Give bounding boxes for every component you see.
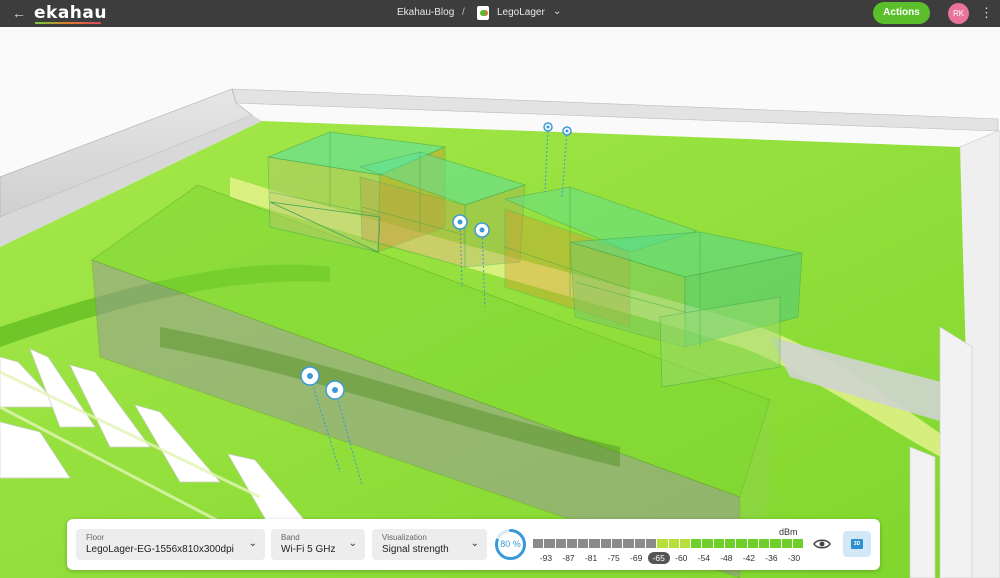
app-window: ← ekahau Ekahau-Blog / LegoLager ⌄ Actio… [0,0,1000,578]
band-label: Band [281,533,300,542]
scale-tick-label: -48 [720,553,733,563]
scale-segment [668,539,679,548]
scale-tick-label: -42 [742,553,756,563]
scale-segment [566,539,578,548]
scale-tick-label: -75 [607,553,620,563]
band-dropdown[interactable]: Band Wi-Fi 5 GHz ⌄ [271,529,365,560]
scale-segment [623,539,634,548]
chevron-down-icon: ⌄ [348,538,357,549]
visualization-label: Visualization [382,533,427,542]
back-arrow-icon[interactable]: ← [10,4,28,22]
scale-segment [792,539,804,548]
scale-segment [691,539,702,548]
scale-segment [657,539,668,548]
scale-tick-label: -65 [647,552,670,564]
scale-segment [713,539,725,548]
scale-segment [544,539,555,548]
logo-underline [35,22,101,24]
scale-segment [747,539,758,548]
actions-button[interactable]: Actions [873,2,930,24]
breadcrumb-file[interactable]: LegoLager [497,7,545,19]
visualization-toolbar: Floor LegoLager-EG-1556x810x300dpi ⌄ Ban… [67,519,880,570]
eye-icon[interactable] [813,535,831,553]
scale-segment [725,539,736,548]
scale-tick-label: -87 [562,553,575,563]
3d-heatmap-view[interactable] [0,27,1000,578]
chevron-down-icon: ⌄ [470,538,479,549]
scale-segment [645,539,657,548]
visualization-dropdown[interactable]: Visualization Signal strength ⌄ [372,529,487,560]
scale-tick-label: -81 [584,553,598,563]
floor-dropdown[interactable]: Floor LegoLager-EG-1556x810x300dpi ⌄ [76,529,265,560]
scale-segment [589,539,600,548]
chevron-down-icon[interactable]: ⌄ [553,6,561,17]
project-icon [477,6,489,20]
avatar[interactable]: RK [948,3,969,24]
scale-segment [758,539,770,548]
scale-segment [555,539,566,548]
floor-value: LegoLager-EG-1556x810x300dpi [86,544,234,555]
scale-segment [578,539,589,548]
scale-tick-label: -54 [697,553,710,563]
unit-label: dBm [779,527,798,537]
scale-segment [634,539,645,548]
more-vertical-icon[interactable]: ⋮ [980,4,993,22]
scale-tick-label: -69 [630,553,643,563]
scale-tick-label: -30 [787,553,801,563]
scale-segment [770,539,781,548]
scale-segment [612,539,623,548]
scale-segment [702,539,713,548]
scale-segment [533,539,544,548]
cube-3d-icon: 3D [851,539,863,549]
band-value: Wi-Fi 5 GHz [281,544,336,555]
view-3d-button[interactable]: 3D [843,531,871,557]
scale-segment [736,539,747,548]
scale-segment [679,539,691,548]
signal-color-scale[interactable] [533,539,804,548]
scale-segment [781,539,792,548]
chevron-down-icon: ⌄ [248,538,257,549]
ekahau-logo: ekahau [34,3,107,23]
breadcrumb-separator: / [462,7,465,18]
opacity-value: 80 % [500,539,521,549]
visualization-value: Signal strength [382,544,449,555]
scale-tick-label: -93 [539,553,553,563]
scale-tick-label: -36 [765,553,778,563]
scale-segment [600,539,612,548]
scale-tick-label: -60 [675,553,688,563]
floor-label: Floor [86,533,105,542]
breadcrumb-project[interactable]: Ekahau-Blog [397,7,454,19]
top-bar: ← ekahau Ekahau-Blog / LegoLager ⌄ Actio… [0,0,1000,27]
